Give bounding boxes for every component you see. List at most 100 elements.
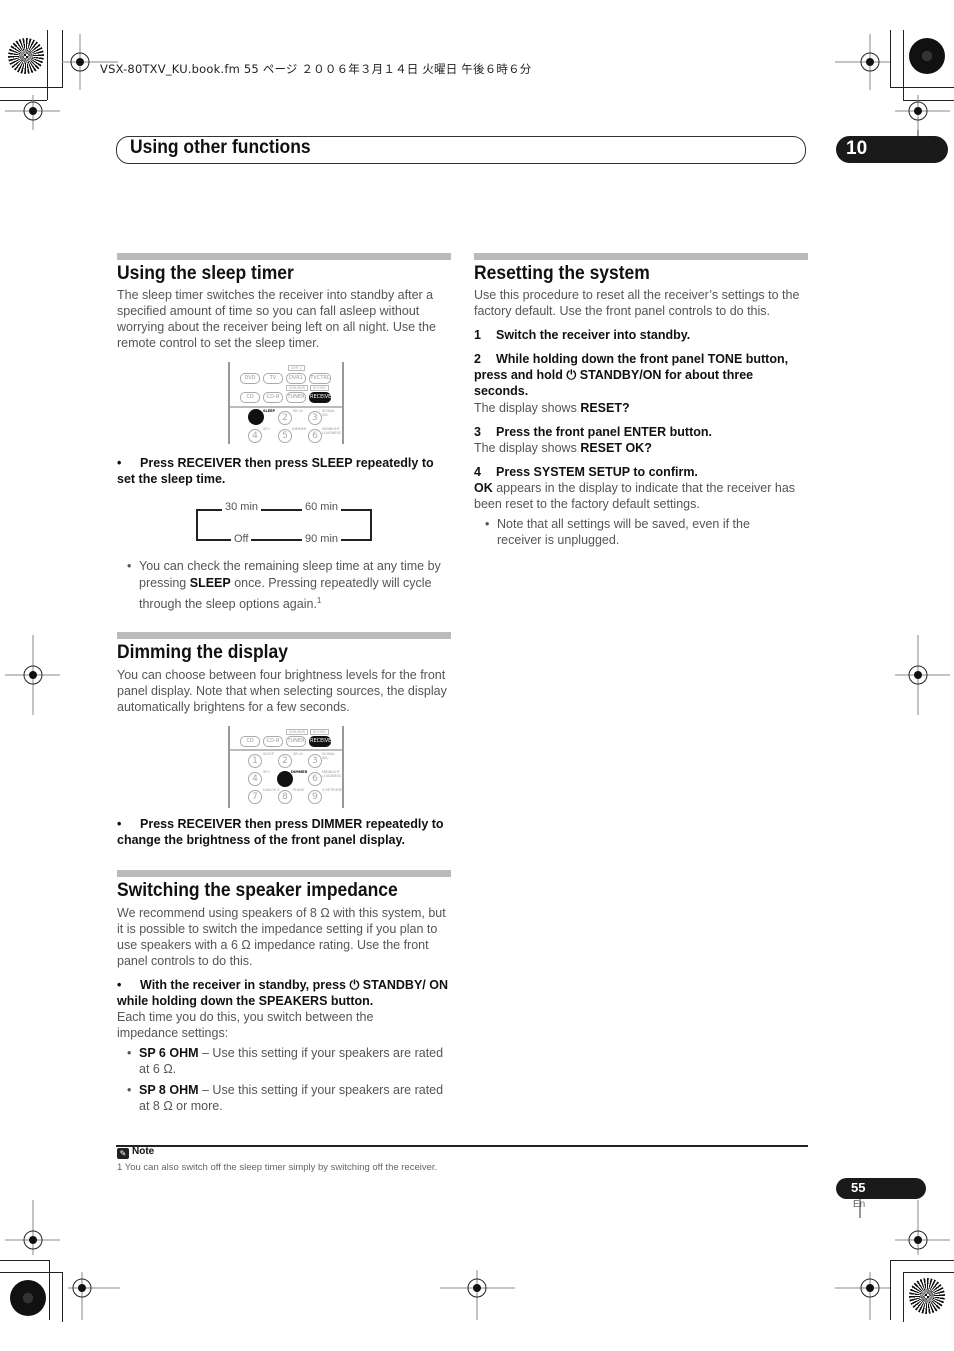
remote-number-button: 9 [308, 790, 322, 804]
remote-number-label: SIGNAL SEL [322, 752, 335, 760]
page-language: En [853, 1199, 866, 1210]
remote-label: DVR/BDR [286, 729, 309, 735]
reset-note-bullet: Note that all settings will be saved, ev… [475, 516, 777, 548]
remote-number-label: SB ch [293, 409, 303, 413]
note-title: Note [132, 1146, 155, 1157]
section-divider [117, 253, 451, 260]
registration-target-icon [895, 95, 950, 130]
remote-label: ROOM2 [310, 729, 330, 735]
impedance-option: SP 6 OHM – Use this setting if your spea… [117, 1045, 451, 1077]
reset-heading: Resetting the system [474, 263, 650, 284]
impedance-intro: We recommend using speakers of 8 Ω with … [117, 906, 446, 968]
cycle-loop-line [196, 509, 372, 541]
dimmer-instruction: • Press RECEIVER then press DIMMER repeat… [117, 817, 444, 847]
chapter-number-badge: 10 [836, 136, 948, 163]
remote-number-button: 7 [248, 790, 262, 804]
remote-illustration-sleep: DVR 2 DVD TV DVR1 TVCTRL DVR/BDR ROOM2 C… [228, 362, 344, 444]
remote-divider [230, 406, 342, 408]
footnote-ref[interactable]: 1 [317, 596, 321, 605]
remote-number-button: 2 [278, 411, 292, 425]
reset-display-1: The display shows RESET? [474, 401, 630, 415]
chapter-title: Using other functions [130, 137, 311, 158]
remote-number-label: SR+ [263, 427, 271, 431]
remote-button: CD [240, 736, 260, 747]
reset-intro: Use this procedure to reset all the rece… [474, 288, 800, 318]
remote-number-label: DIALOG E [263, 788, 280, 792]
sleep-note-bullet: You can check the remaining sleep time a… [117, 558, 451, 613]
sleep-instruction: • Press RECEIVER then press SLEEP repeate… [117, 456, 434, 486]
registration-target-icon [68, 1272, 120, 1320]
remote-button: DVD [240, 373, 260, 384]
sleep-timer-heading: Using the sleep timer [117, 263, 294, 284]
registration-target-icon [5, 635, 60, 715]
remote-button: CD-R [263, 392, 283, 403]
remote-number-label: SIGNAL SEL [322, 409, 335, 417]
cycle-30min: 30 min [222, 501, 262, 513]
registration-target-icon [895, 1200, 950, 1255]
remote-label: DVR 2 [288, 365, 305, 371]
reset-step-2: 2 While holding down the front panel TONE… [474, 352, 789, 398]
reset-step-4: 4 Press SYSTEM SETUP to confirm. [474, 465, 698, 479]
remote-number-button: 8 [278, 790, 292, 804]
cycle-90min: 90 min [302, 533, 342, 545]
reset-step-1: 1 Switch the receiver into standby. [474, 328, 691, 342]
remote-number-label: SR+ [263, 770, 271, 774]
remote-button: CD-R [263, 736, 283, 747]
remote-number-label: S.RETRIEVER [322, 788, 344, 792]
remote-number-button: 3 [308, 754, 322, 768]
remote-number-label: MIDNIGHT LOUDNESS [322, 770, 342, 778]
section-divider [117, 870, 451, 877]
remote-sleep-label: SLEEP [263, 409, 276, 413]
remote-number-label: PHASE [293, 788, 305, 792]
remote-dimmer-label: DIMMER [291, 770, 308, 774]
registration-target-icon [440, 1270, 515, 1320]
sleep-timer-intro: The sleep timer switches the receiver in… [117, 288, 436, 350]
pencil-icon: ✎ [117, 1148, 129, 1159]
dimming-intro: You can choose between four brightness l… [117, 668, 447, 714]
remote-number-button: 1 [248, 754, 262, 768]
file-header: VSX-80TXV_KU.book.fm 55 ページ ２００６年３月１４日 火… [100, 62, 532, 76]
registration-target-icon [835, 1272, 890, 1320]
remote-sleep-button [248, 409, 264, 425]
remote-number-button: 6 [308, 429, 322, 443]
remote-receiver-button: RECEIVER [309, 736, 335, 747]
remote-label: ROOM2 [310, 385, 330, 391]
cycle-off: Off [231, 533, 252, 545]
page-number: 55 [851, 1180, 866, 1195]
dimming-heading: Dimming the display [117, 642, 288, 663]
remote-receiver-button: RECEIVER [309, 392, 335, 403]
impedance-after: Each time you do this, you switch betwee… [117, 1010, 374, 1040]
remote-button: CD [240, 392, 260, 403]
remote-button: TUNER [286, 736, 306, 747]
section-divider [474, 253, 808, 260]
footnote-rule [116, 1145, 808, 1147]
remote-number-label: SB ch [293, 752, 303, 756]
page-number-badge: 55 [836, 1178, 926, 1199]
registration-target-icon [835, 34, 890, 90]
remote-button: DVR1 [286, 373, 306, 384]
reset-ok-text: OK appears in the display to indicate th… [474, 481, 796, 511]
remote-button: TVCTRL [309, 373, 331, 384]
cycle-60min: 60 min [302, 501, 342, 513]
reset-step-3: 3 Press the front panel ENTER button. [474, 425, 712, 439]
impedance-heading: Switching the speaker impedance [117, 880, 398, 901]
impedance-instruction: • With the receiver in standby, press ⏻ S… [117, 978, 448, 1008]
remote-number-button: 6 [308, 772, 322, 786]
remote-number-button: 4 [248, 772, 262, 786]
registration-target-icon [5, 95, 60, 130]
registration-target-icon [895, 635, 950, 715]
remote-button: TV [263, 373, 283, 384]
remote-button: TUNER [286, 392, 306, 403]
reset-display-2: The display shows RESET OK? [474, 441, 652, 455]
remote-illustration-dimmer: DVR/BDR ROOM2 CD CD-R TUNER RECEIVER 1 S… [228, 726, 344, 808]
section-divider [117, 632, 451, 639]
remote-number-button: 2 [278, 754, 292, 768]
registration-target-icon [5, 1200, 60, 1255]
remote-number-label: DIMMER [292, 427, 307, 431]
remote-number-label: SLEEP [263, 752, 274, 756]
note-text: 1 You can also switch off the sleep time… [117, 1162, 438, 1173]
remote-label: DVR/BDR [286, 385, 309, 391]
remote-divider [230, 749, 342, 751]
remote-number-button: 4 [248, 429, 262, 443]
remote-number-button: 5 [278, 429, 292, 443]
